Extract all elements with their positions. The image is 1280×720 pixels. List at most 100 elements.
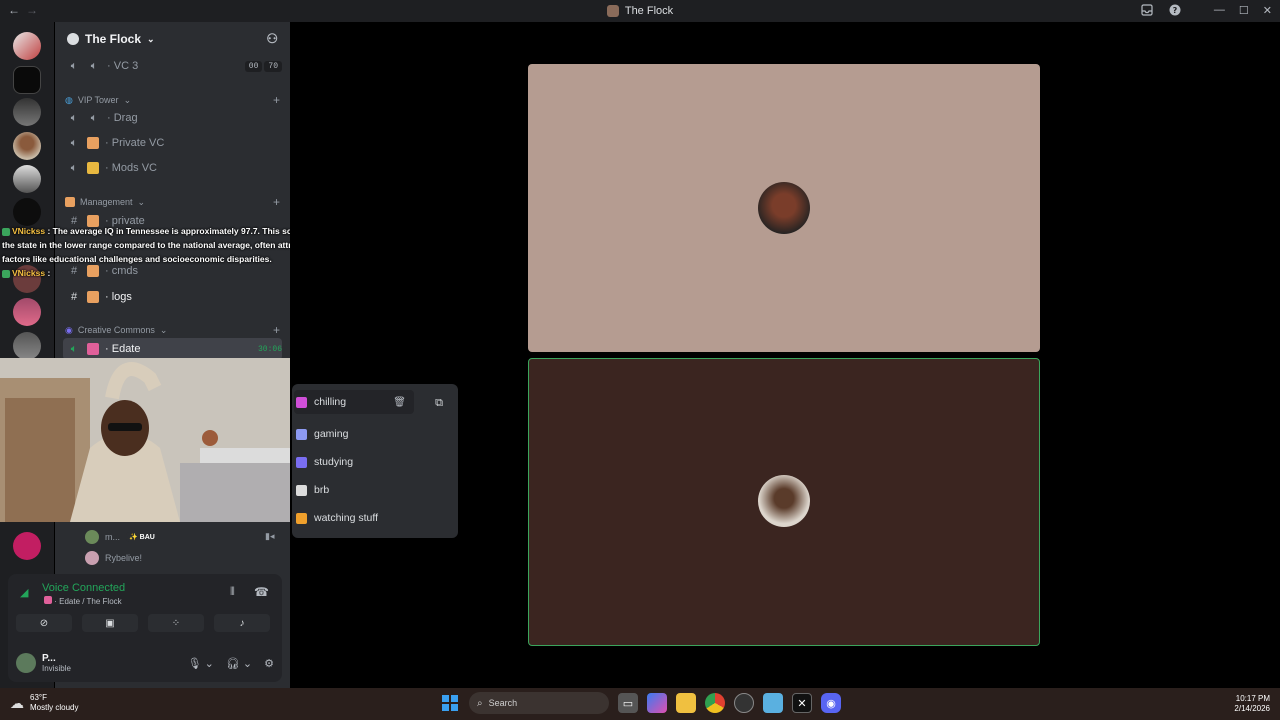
speaker-icon: 🔈︎ (90, 111, 98, 124)
server-icon-11[interactable] (13, 532, 41, 560)
screen-share-icon: ▣ (105, 617, 115, 629)
add-channel-icon[interactable]: + (273, 195, 280, 209)
window-title: The Flock (0, 0, 1280, 22)
server-icon-8[interactable] (13, 298, 41, 326)
close-icon[interactable]: ✕ (1263, 4, 1272, 17)
channel-label: · VC 3 (107, 60, 139, 72)
category-vip[interactable]: ◍ VIP Tower ⌄ + (65, 92, 280, 108)
file-explorer-icon[interactable] (676, 693, 696, 713)
circle-icon: ◉ (65, 324, 73, 335)
popcorn-icon (296, 512, 307, 524)
bot-icon (2, 269, 10, 278)
server-icon-1[interactable] (13, 32, 41, 60)
globe-icon: ◍ (65, 94, 73, 105)
server-icon-9[interactable] (13, 332, 41, 360)
toilet-icon (296, 484, 307, 496)
activities-button[interactable]: ⁘ (148, 614, 204, 632)
user-tag: ✨ BAU (126, 532, 158, 542)
app-icon[interactable] (734, 693, 754, 713)
category-creative[interactable]: ◉ Creative Commons ⌄ + (65, 322, 280, 338)
channel-private-vc[interactable]: 🔈︎ · Private VC (63, 132, 282, 154)
server-icon-3[interactable] (13, 98, 41, 126)
signal-icon: ◢ (20, 587, 29, 599)
chevron-down-icon: ⌄ (137, 196, 146, 207)
user-status: Invisible (42, 664, 71, 673)
start-icon[interactable] (440, 693, 460, 713)
couple-emoji-icon (44, 596, 52, 604)
voice-user[interactable]: m... ✨ BAU (85, 530, 158, 544)
channel-edate[interactable]: 🔈︎ · Edate 30:06 (63, 338, 282, 360)
activity-item-brb[interactable]: brb (294, 478, 456, 502)
server-icon-6[interactable] (13, 198, 41, 226)
channel-drag[interactable]: 🔈︎ 🔈︎ · Drag (63, 107, 282, 129)
clock[interactable]: 10:17 PM 2/14/2026 (1234, 694, 1270, 714)
channel-vc3[interactable]: 🔈︎ 🔈︎ · VC 3 00 70 (63, 55, 282, 77)
disconnect-icon[interactable]: ☎ (254, 585, 269, 599)
add-channel-icon[interactable]: + (273, 323, 280, 337)
headphones-icon[interactable]: 🎧︎ ⌄ (226, 657, 252, 670)
camera-icon: ▮◂ (265, 531, 275, 541)
activity-item-gaming[interactable]: gaming (294, 422, 456, 446)
noise-suppression-icon[interactable]: ⦀ (230, 586, 235, 599)
title-bar: ← → The Flock ? — ☐ ✕ (0, 0, 1280, 22)
discord-icon[interactable]: ◉ (821, 693, 841, 713)
server-icon-5[interactable] (13, 165, 41, 193)
inbox-icon[interactable] (1140, 3, 1154, 17)
participant-tile[interactable] (528, 64, 1040, 352)
participant-tile-speaking[interactable] (528, 358, 1040, 646)
speaker-icon: 🔈︎ (70, 59, 78, 72)
camera-off-icon: ⊘ (39, 617, 49, 629)
soundboard-button[interactable]: ♪ (214, 614, 270, 632)
channel-mods-vc[interactable]: 🔈︎ · Mods VC (63, 157, 282, 179)
task-view-icon[interactable]: ▭ (618, 693, 638, 713)
custom-status-icon[interactable]: ⧉ (430, 394, 448, 412)
channel-logs[interactable]: # · logs (63, 286, 282, 308)
server-icon-4[interactable] (13, 132, 41, 160)
speaker-icon: 🔈︎ (70, 111, 78, 124)
chrome-icon[interactable] (705, 693, 725, 713)
screen-share-button[interactable]: ▣ (82, 614, 138, 632)
avatar (85, 530, 99, 544)
voice-panel: ◢ Voice Connected · Edate / The Flock ⦀ … (8, 574, 282, 682)
taskbar-search[interactable]: ⌕ Search (469, 692, 609, 714)
chevron-down-icon: ⌄ (159, 324, 168, 335)
add-member-icon[interactable]: ⚇ (266, 31, 278, 47)
locked-speaker-icon: 🔈︎ (70, 161, 78, 174)
call-timer: 30:06 (257, 344, 282, 354)
avatar (85, 551, 99, 565)
camera-off-button[interactable]: ⊘ (16, 614, 72, 632)
trash-icon[interactable]: 🗑︎ (393, 397, 406, 408)
copilot-icon[interactable] (647, 693, 667, 713)
help-icon[interactable]: ? (1168, 3, 1182, 17)
add-channel-icon[interactable]: + (273, 93, 280, 107)
weather-widget[interactable]: ☁ 63°F Mostly cloudy (10, 693, 78, 713)
minimize-icon[interactable]: — (1214, 4, 1225, 16)
notepad-icon[interactable] (763, 693, 783, 713)
category-management[interactable]: Management ⌄ + (65, 194, 280, 210)
username[interactable]: P... (42, 653, 71, 664)
voice-status: Voice Connected (42, 582, 126, 594)
maximize-icon[interactable]: ☐ (1239, 4, 1249, 17)
gear-icon[interactable]: ⚙ (264, 657, 274, 670)
capcut-icon[interactable]: ✕ (792, 693, 812, 713)
voice-subtitle[interactable]: · Edate / The Flock (44, 596, 122, 606)
activity-item-chilling[interactable]: chilling 🗑︎ (294, 390, 414, 414)
key-emoji-icon (87, 162, 99, 174)
server-header[interactable]: The Flock ⌄ ⚇ (55, 22, 290, 56)
taskbar-apps: ⌕ Search ▭ ✕ ◉ (440, 692, 841, 714)
books-icon (296, 456, 307, 468)
lock-emoji-icon (87, 137, 99, 149)
avatar[interactable] (16, 653, 36, 673)
activity-item-watching[interactable]: watching stuff (294, 506, 456, 530)
server-icon-2[interactable] (13, 66, 41, 94)
search-icon: ⌕ (477, 697, 483, 709)
voice-user[interactable]: Rybelive! (85, 551, 142, 565)
microphone-icon[interactable]: 🎙︎ ⌄ (188, 657, 214, 670)
participant-avatar (758, 182, 810, 234)
activity-item-studying[interactable]: studying (294, 450, 456, 474)
server-badge-icon (67, 33, 79, 45)
gamepad-icon (296, 428, 307, 440)
locked-speaker-icon: 🔈︎ (70, 136, 78, 149)
chevron-down-icon: ⌄ (123, 94, 132, 105)
bot-icon (2, 227, 10, 236)
